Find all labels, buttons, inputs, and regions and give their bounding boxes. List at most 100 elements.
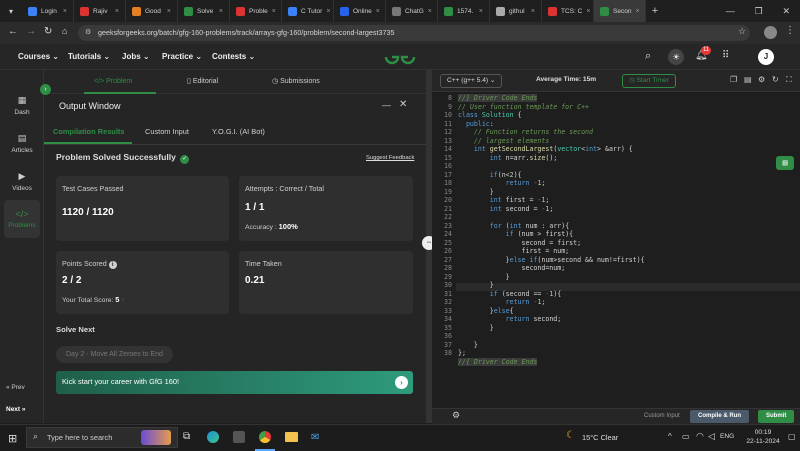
nav-tutorials[interactable]: Tutorials ⌄ bbox=[68, 44, 110, 70]
edge-icon[interactable] bbox=[207, 431, 219, 443]
sidebar-item-dash[interactable]: ▦ Dash bbox=[4, 86, 40, 124]
tab-custom-input[interactable]: Custom Input bbox=[145, 127, 189, 136]
gfg-logo-icon[interactable] bbox=[384, 49, 416, 65]
nav-jobs[interactable]: Jobs ⌄ bbox=[122, 44, 150, 70]
chevron-right-icon[interactable]: › bbox=[395, 376, 408, 389]
sidebar-item-videos[interactable]: ▶ Videos bbox=[4, 162, 40, 200]
browser-menu-icon[interactable]: ⋮ bbox=[785, 25, 795, 36]
site-info-icon[interactable]: ⚙ bbox=[85, 25, 91, 41]
custom-input-button[interactable]: Custom Input bbox=[644, 413, 680, 419]
theme-toggle-icon[interactable]: ☀ bbox=[668, 49, 684, 65]
line-number: 28 bbox=[444, 264, 452, 272]
tray-chevron-icon[interactable]: ^ bbox=[668, 432, 672, 441]
home-icon[interactable]: ⌂ bbox=[62, 26, 67, 36]
info-icon[interactable]: i bbox=[108, 261, 117, 269]
tab-close-icon[interactable]: × bbox=[167, 8, 171, 15]
settings-icon[interactable]: ⚙ bbox=[758, 75, 765, 84]
tab-close-icon[interactable]: × bbox=[428, 8, 432, 15]
tab-close-icon[interactable]: × bbox=[272, 8, 276, 15]
file-explorer-icon[interactable] bbox=[285, 432, 298, 442]
browser-tab[interactable]: githul × bbox=[490, 0, 542, 22]
mail-icon[interactable]: ✉ bbox=[311, 432, 319, 443]
tab-close-icon[interactable]: × bbox=[326, 8, 330, 15]
start-timer-button[interactable]: ◷ Start Timer bbox=[622, 74, 676, 88]
browser-tab[interactable]: Online × bbox=[334, 0, 386, 22]
url-field[interactable]: ⚙ geeksforgeeks.org/batch/gfg-160-proble… bbox=[78, 25, 750, 41]
tab-search-button[interactable]: ▾ bbox=[0, 0, 22, 22]
nav-contests[interactable]: Contests ⌄ bbox=[212, 44, 255, 70]
volume-icon[interactable]: ◁ bbox=[708, 431, 715, 442]
back-icon[interactable]: ← bbox=[8, 26, 18, 37]
minimize-output-icon[interactable]: — bbox=[382, 100, 391, 110]
tab-submissions[interactable]: ◷ Submissions bbox=[272, 70, 320, 94]
bug-icon[interactable]: ⚙ bbox=[452, 410, 460, 421]
language-indicator[interactable]: ENG bbox=[720, 433, 734, 440]
network-icon[interactable]: ▭ bbox=[682, 432, 690, 441]
compile-run-button[interactable]: Compile & Run bbox=[690, 410, 749, 423]
browser-tab[interactable]: Login × bbox=[22, 0, 74, 22]
clock[interactable]: 00:19 22-11-2024 bbox=[742, 428, 784, 446]
browser-tab[interactable]: TCS: C × bbox=[542, 0, 594, 22]
minimize-icon[interactable]: — bbox=[726, 6, 735, 16]
taskbar-search[interactable]: ⌕ Type here to search bbox=[26, 427, 178, 448]
chat-icon[interactable]: ▤ bbox=[776, 156, 794, 170]
browser-tab[interactable]: Good × bbox=[126, 0, 178, 22]
close-output-icon[interactable]: ✕ bbox=[399, 99, 407, 110]
chrome-icon[interactable] bbox=[259, 431, 271, 443]
sidebar-collapse-button[interactable]: › bbox=[40, 84, 51, 95]
reload-icon[interactable]: ↻ bbox=[44, 26, 52, 37]
sidebar-item-articles[interactable]: ▤ Articles bbox=[4, 124, 40, 162]
tab-close-icon[interactable]: × bbox=[63, 8, 67, 15]
suggest-feedback-link[interactable]: Suggest Feedback bbox=[366, 155, 414, 161]
nav-courses[interactable]: Courses ⌄ bbox=[18, 44, 59, 70]
chevron-down-icon: ⌄ bbox=[489, 77, 496, 84]
prev-button[interactable]: « Prev bbox=[6, 384, 25, 391]
browser-tab[interactable]: Secon × bbox=[594, 0, 646, 22]
fullscreen-icon[interactable]: ⛶ bbox=[786, 75, 792, 85]
notification-center-icon[interactable]: ▢ bbox=[788, 432, 796, 441]
user-avatar[interactable]: J bbox=[758, 49, 774, 65]
search-icon[interactable]: ⌕ bbox=[645, 50, 651, 63]
bookmark-star-icon[interactable]: ☆ bbox=[738, 26, 746, 37]
tab-compilation-results[interactable]: Compilation Results bbox=[53, 127, 124, 136]
next-problem-chip[interactable]: Day 2 - Move All Zeroes to End bbox=[56, 346, 173, 363]
browser-tab[interactable]: C Tutor × bbox=[282, 0, 334, 22]
store-icon[interactable] bbox=[233, 431, 245, 443]
sidebar-item-problems[interactable]: </> Problems bbox=[4, 200, 40, 238]
language-select[interactable]: C++ (g++ 5.4) ⌄ bbox=[440, 74, 503, 88]
tab-close-icon[interactable]: × bbox=[586, 8, 590, 15]
next-button[interactable]: Next » bbox=[6, 406, 26, 413]
submit-button[interactable]: Submit bbox=[758, 410, 795, 423]
tab-close-icon[interactable]: × bbox=[376, 8, 380, 15]
tab-problem[interactable]: </> Problem bbox=[94, 70, 132, 94]
tab-yogi-ai-bot[interactable]: Y.O.G.I. (AI Bot) bbox=[212, 127, 265, 136]
copy-icon[interactable]: ❐ bbox=[730, 75, 737, 84]
tab-close-icon[interactable]: × bbox=[635, 8, 639, 15]
profile-avatar[interactable] bbox=[764, 26, 777, 39]
article-icon: ▤ bbox=[17, 132, 27, 143]
tab-close-icon[interactable]: × bbox=[219, 8, 223, 15]
tab-close-icon[interactable]: × bbox=[479, 8, 483, 15]
tab-close-icon[interactable]: × bbox=[531, 8, 535, 15]
reset-icon[interactable]: ↻ bbox=[772, 75, 779, 84]
layout-icon[interactable]: ▤ bbox=[744, 75, 752, 84]
close-window-icon[interactable]: ✕ bbox=[783, 6, 791, 17]
task-view-icon[interactable]: ⧉ bbox=[183, 431, 190, 442]
weather-text[interactable]: 15°C Clear bbox=[582, 433, 618, 442]
career-banner[interactable]: Kick start your career with GfG 160! › bbox=[56, 371, 413, 394]
browser-tab[interactable]: 1574. × bbox=[438, 0, 490, 22]
browser-tab[interactable]: Proble × bbox=[230, 0, 282, 22]
new-tab-button[interactable]: + bbox=[646, 5, 664, 17]
tab-close-icon[interactable]: × bbox=[115, 8, 119, 15]
windows-start-icon[interactable]: ⊞ bbox=[8, 432, 17, 445]
browser-tab[interactable]: ChatG × bbox=[386, 0, 438, 22]
forward-icon[interactable]: → bbox=[26, 26, 36, 37]
browser-tab[interactable]: Solve × bbox=[178, 0, 230, 22]
grid-menu-icon[interactable]: ⠿ bbox=[722, 50, 729, 61]
tab-editorial[interactable]: ▯ Editorial bbox=[187, 70, 218, 94]
nav-practice[interactable]: Practice ⌄ bbox=[162, 44, 202, 70]
code-editor[interactable]: 8 9 10 11 12 13 14 15 16 17 18 19 20 21 22 23 24 25 26 27 28… bbox=[432, 92, 800, 408]
browser-tab[interactable]: Rajiv × bbox=[74, 0, 126, 22]
wifi-icon[interactable]: ◠ bbox=[696, 431, 704, 442]
restore-icon[interactable]: ❐ bbox=[755, 6, 763, 17]
